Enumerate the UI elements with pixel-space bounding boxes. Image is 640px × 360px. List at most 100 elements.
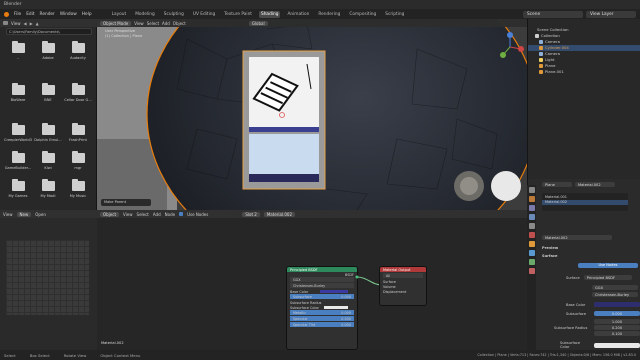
- output-node-title[interactable]: Material Output: [380, 267, 426, 272]
- folder-item[interactable]: My Games: [4, 179, 32, 205]
- menu-file[interactable]: File: [14, 12, 21, 17]
- folder-item[interactable]: Dolphin Emul...: [34, 123, 62, 149]
- viewport-menu-view[interactable]: View: [134, 21, 144, 26]
- mesh-icon: [539, 63, 543, 68]
- scene-tab-icon[interactable]: [528, 223, 535, 229]
- material-output-node[interactable]: Material Output All Surface Volume Displ…: [380, 267, 426, 305]
- view-menu[interactable]: View: [11, 21, 21, 26]
- navigation-gizmo[interactable]: [495, 29, 525, 69]
- folder-item[interactable]: Adobe: [34, 41, 62, 67]
- back-arrow-icon[interactable]: ◀: [24, 21, 27, 26]
- tab-uv-editing[interactable]: UV Editing: [191, 11, 217, 18]
- outliner-item[interactable]: Scene Collection: [528, 27, 640, 33]
- view-menu[interactable]: View: [3, 212, 13, 217]
- tab-layout[interactable]: Layout: [110, 11, 129, 18]
- shader-node-editor[interactable]: Object View Select Add Node Use Nodes Sl…: [97, 210, 527, 350]
- outliner-item[interactable]: Plane.001: [528, 69, 640, 75]
- folder-item[interactable]: Kiwi: [34, 151, 62, 177]
- output-tab-icon[interactable]: [528, 205, 535, 211]
- viewport-menu-object[interactable]: Object: [173, 21, 186, 26]
- surface-section[interactable]: Surface: [542, 254, 557, 258]
- image-canvas-grid[interactable]: [6, 240, 89, 315]
- diffuse-preview-sphere[interactable]: [491, 171, 521, 201]
- output-target-dropdown[interactable]: All: [383, 273, 423, 278]
- tab-shading[interactable]: Shading: [258, 10, 281, 18]
- menu-help[interactable]: Help: [82, 12, 92, 17]
- base-color-swatch[interactable]: [594, 302, 640, 307]
- preview-section[interactable]: Preview: [542, 246, 558, 250]
- folder-item[interactable]: BioWare: [4, 83, 32, 109]
- menu-window[interactable]: Window: [60, 12, 77, 17]
- subsurface-method-dropdown[interactable]: Christensen-Burley: [592, 292, 638, 297]
- displacement-socket[interactable]: Displacement: [380, 289, 426, 294]
- tool-tab-icon[interactable]: [528, 187, 535, 193]
- radius-z-field[interactable]: 0.100: [594, 331, 640, 336]
- new-image-button[interactable]: New: [16, 211, 32, 217]
- material-header-field[interactable]: Material.002: [575, 182, 615, 187]
- folder-item[interactable]: GameBuilder...: [4, 151, 32, 177]
- view-layer-selector[interactable]: View Layer: [586, 10, 636, 18]
- folder-icon: [71, 41, 85, 53]
- viewport-header: Object Mode View Select Add Object Globa…: [97, 19, 527, 27]
- outliner-item[interactable]: Collection: [528, 33, 640, 39]
- mesh-icon: [539, 45, 543, 50]
- object-name-field[interactable]: Plane: [542, 182, 572, 187]
- open-image-button[interactable]: Open: [35, 212, 46, 217]
- physics-tab-icon[interactable]: [528, 259, 535, 265]
- radius-x-field[interactable]: 1.000: [594, 319, 640, 324]
- tab-animation[interactable]: Animation: [285, 11, 311, 18]
- viewport-menu-select[interactable]: Select: [147, 21, 159, 26]
- use-nodes-button[interactable]: Use Nodes: [578, 263, 638, 268]
- subsurface-color-row: Subsurface Color: [560, 341, 640, 349]
- folder-item[interactable]: CreepierWorld3: [4, 123, 32, 149]
- operator-panel[interactable]: Make Parent: [101, 199, 151, 206]
- object-tab-icon[interactable]: [528, 241, 535, 247]
- world-tab-icon[interactable]: [528, 232, 535, 238]
- orientation-dropdown[interactable]: Global: [248, 20, 268, 26]
- material-tab-icon[interactable]: [528, 268, 535, 274]
- scene-selector[interactable]: Scene: [523, 10, 583, 18]
- folder-item[interactable]: FrashPrint: [64, 123, 92, 149]
- tab-compositing[interactable]: Compositing: [347, 11, 378, 18]
- folder-item[interactable]: Audacity: [64, 41, 92, 67]
- parent-dir-icon[interactable]: ▲: [36, 21, 39, 26]
- 3d-viewport[interactable]: Object Mode View Select Add Object Globa…: [97, 19, 527, 210]
- editor-type-icon[interactable]: [3, 21, 8, 25]
- menu-render[interactable]: Render: [40, 12, 55, 17]
- render-tab-icon[interactable]: [528, 196, 535, 202]
- tab-modeling[interactable]: Modeling: [133, 11, 157, 18]
- tab-texture-paint[interactable]: Texture Paint: [222, 11, 254, 18]
- subsurface-field[interactable]: 0.000: [594, 311, 640, 316]
- tab-rendering[interactable]: Rendering: [316, 11, 342, 18]
- subsurface-color-swatch[interactable]: [594, 342, 640, 348]
- viewport-scene[interactable]: [97, 19, 527, 210]
- outliner-item[interactable]: Light: [528, 57, 640, 63]
- material-slot-item-selected[interactable]: Material.002: [542, 200, 628, 205]
- outliner-item[interactable]: Plane: [528, 63, 640, 69]
- outliner-item[interactable]: Camera: [528, 39, 640, 45]
- folder-item[interactable]: ..: [4, 41, 32, 67]
- outliner-item[interactable]: Camera: [528, 51, 640, 57]
- outliner-item-selected[interactable]: Cylinder.004: [528, 45, 640, 51]
- radius-y-field[interactable]: 0.200: [594, 325, 640, 330]
- forward-arrow-icon[interactable]: ▶: [30, 21, 33, 26]
- subsurface-method-row: Christensen-Burley: [592, 292, 638, 297]
- view-layer-tab-icon[interactable]: [528, 214, 535, 220]
- modifier-tab-icon[interactable]: [528, 250, 535, 256]
- menu-edit[interactable]: Edit: [26, 12, 34, 17]
- viewport-menu-add[interactable]: Add: [162, 21, 170, 26]
- folder-item[interactable]: mgr: [64, 151, 92, 177]
- tab-scripting[interactable]: Scripting: [383, 11, 406, 18]
- object-mode-dropdown[interactable]: Object Mode: [100, 20, 132, 26]
- surface-shader-field[interactable]: Principled BSDF: [583, 275, 632, 280]
- viewport-info-text: User Perspective: [105, 29, 136, 33]
- material-slot-list[interactable]: Material.001 Material.002: [542, 193, 628, 211]
- folder-item[interactable]: My Modi: [34, 179, 62, 205]
- blender-logo-icon[interactable]: [4, 11, 9, 17]
- tab-sculpting[interactable]: Sculpting: [162, 11, 186, 18]
- folder-item[interactable]: Cellar Door G...: [64, 83, 92, 109]
- distribution-dropdown[interactable]: GGX: [592, 285, 638, 290]
- folder-item[interactable]: My Music: [64, 179, 92, 205]
- path-field[interactable]: C:\Users\Family\Documents\: [6, 28, 92, 35]
- folder-item[interactable]: BNE: [34, 83, 62, 109]
